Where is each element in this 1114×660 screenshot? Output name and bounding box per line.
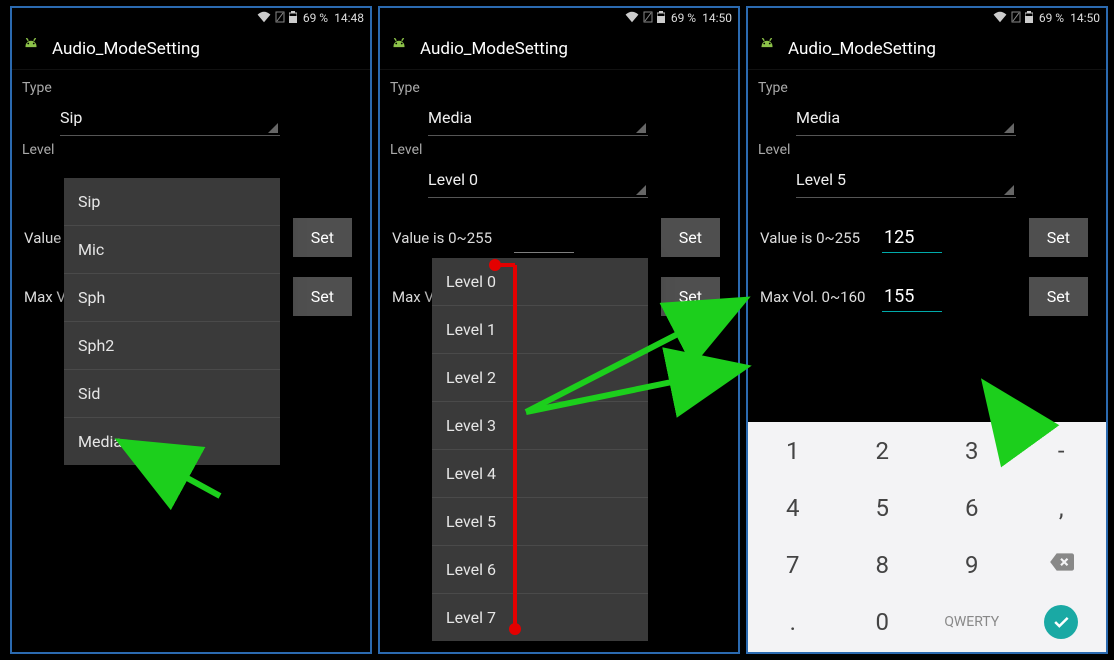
key-0[interactable]: 0 [838, 593, 928, 650]
wifi-icon [625, 11, 639, 26]
level-option-0[interactable]: Level 0 [432, 258, 648, 306]
status-bar: 69 % 14:48 [12, 8, 370, 28]
maxvol-set-button[interactable]: Set [661, 277, 720, 316]
value-label: Value is 0~255 [392, 229, 502, 247]
type-spinner[interactable]: Sip [60, 100, 280, 136]
phone-screen-3: ▫▫▫▫ 69 % 14:50 Audio_ModeSetting Type M… [746, 6, 1108, 654]
value-set-button[interactable]: Set [661, 218, 720, 257]
key-5[interactable]: 5 [838, 479, 928, 536]
maxvol-set-button[interactable]: Set [1029, 277, 1088, 316]
type-option-sph[interactable]: Sph [64, 274, 280, 322]
key-minus[interactable]: - [1017, 422, 1107, 479]
battery-icon [657, 11, 665, 26]
type-option-media[interactable]: Media [64, 418, 280, 465]
key-backspace[interactable] [1017, 536, 1107, 593]
android-icon [756, 38, 778, 60]
type-option-sph2[interactable]: Sph2 [64, 322, 280, 370]
type-option-sip[interactable]: Sip [64, 178, 280, 226]
value-input[interactable] [514, 223, 574, 253]
app-title: Audio_ModeSetting [420, 39, 568, 59]
type-label: Type [22, 80, 362, 96]
key-2[interactable]: 2 [838, 422, 928, 479]
dropdown-indicator-icon [268, 123, 278, 133]
level-spinner-value: Level 5 [796, 170, 846, 189]
clock-text: 14:50 [1070, 11, 1100, 25]
phone-screen-1: 69 % 14:48 Audio_ModeSetting Type Sip Le… [10, 6, 372, 654]
dropdown-indicator-icon [1004, 185, 1014, 195]
level-option-1[interactable]: Level 1 [432, 306, 648, 354]
maxvol-set-button[interactable]: Set [293, 277, 352, 316]
key-comma[interactable]: , [1017, 479, 1107, 536]
dropdown-indicator-icon [636, 123, 646, 133]
level-dropdown-menu: Level 0 Level 1 Level 2 Level 3 Level 4 … [432, 258, 648, 641]
app-bar: Audio_ModeSetting [748, 28, 1106, 70]
type-label: Type [758, 80, 1098, 96]
key-6[interactable]: 6 [927, 479, 1017, 536]
level-option-5[interactable]: Level 5 [432, 498, 648, 546]
type-spinner-value: Media [796, 108, 840, 127]
level-option-2[interactable]: Level 2 [432, 354, 648, 402]
type-option-sid[interactable]: Sid [64, 370, 280, 418]
phone-screen-2: 69 % 14:50 Audio_ModeSetting Type Media … [378, 6, 740, 654]
level-spinner-value: Level 0 [428, 170, 478, 189]
wifi-icon [993, 11, 1007, 26]
level-spinner[interactable]: Level 0 [428, 162, 648, 198]
battery-text: 69 % [303, 11, 328, 25]
value-input[interactable] [882, 223, 942, 253]
key-7[interactable]: 7 [748, 536, 838, 593]
type-dropdown-menu: Sip Mic Sph Sph2 Sid Media [64, 178, 280, 465]
level-option-4[interactable]: Level 4 [432, 450, 648, 498]
type-spinner-value: Sip [60, 108, 82, 127]
level-spinner[interactable]: Level 5 [796, 162, 1016, 198]
type-spinner[interactable]: Media [428, 100, 648, 136]
battery-text: 69 % [671, 11, 696, 25]
dropdown-indicator-icon [636, 185, 646, 195]
maxvol-input[interactable] [882, 282, 942, 312]
status-bar: 69 % 14:50 [380, 8, 738, 28]
app-title: Audio_ModeSetting [52, 39, 200, 59]
key-qwerty[interactable]: QWERTY [927, 593, 1017, 650]
key-4[interactable]: 4 [748, 479, 838, 536]
key-9[interactable]: 9 [927, 536, 1017, 593]
level-label: Level [390, 142, 730, 158]
app-title: Audio_ModeSetting [788, 39, 936, 59]
wifi-icon [257, 11, 271, 26]
app-bar: Audio_ModeSetting [380, 28, 738, 70]
level-option-3[interactable]: Level 3 [432, 402, 648, 450]
type-label: Type [390, 80, 730, 96]
clock-text: 14:50 [702, 11, 732, 25]
sim-icon [275, 11, 285, 26]
clock-text: 14:48 [334, 11, 364, 25]
key-dot[interactable]: . [748, 593, 838, 650]
android-icon [20, 38, 42, 60]
key-done[interactable] [1017, 593, 1107, 650]
level-option-6[interactable]: Level 6 [432, 546, 648, 594]
type-option-mic[interactable]: Mic [64, 226, 280, 274]
type-spinner-value: Media [428, 108, 472, 127]
android-icon [388, 38, 410, 60]
backspace-icon [1048, 549, 1074, 581]
maxvol-label: Max Vol. 0~160 [760, 288, 870, 306]
numeric-keypad: 1 2 3 - 4 5 6 , 7 8 9 . 0 QWERTY [748, 422, 1106, 652]
value-set-button[interactable]: Set [1029, 218, 1088, 257]
dropdown-indicator-icon [1004, 123, 1014, 133]
type-spinner[interactable]: Media [796, 100, 1016, 136]
battery-icon [289, 11, 297, 26]
sim-icon [1011, 11, 1021, 26]
value-label: Value is 0~255 [760, 229, 870, 247]
battery-text: 69 % [1039, 11, 1064, 25]
key-3[interactable]: 3 [927, 422, 1017, 479]
done-icon [1044, 605, 1078, 639]
level-label: Level [758, 142, 1098, 158]
value-set-button[interactable]: Set [293, 218, 352, 257]
status-bar: ▫▫▫▫ 69 % 14:50 [748, 8, 1106, 28]
key-8[interactable]: 8 [838, 536, 928, 593]
key-1[interactable]: 1 [748, 422, 838, 479]
app-bar: Audio_ModeSetting [12, 28, 370, 70]
level-option-7[interactable]: Level 7 [432, 594, 648, 641]
battery-icon [1025, 11, 1033, 26]
level-label: Level [22, 142, 362, 158]
sim-icon [643, 11, 653, 26]
